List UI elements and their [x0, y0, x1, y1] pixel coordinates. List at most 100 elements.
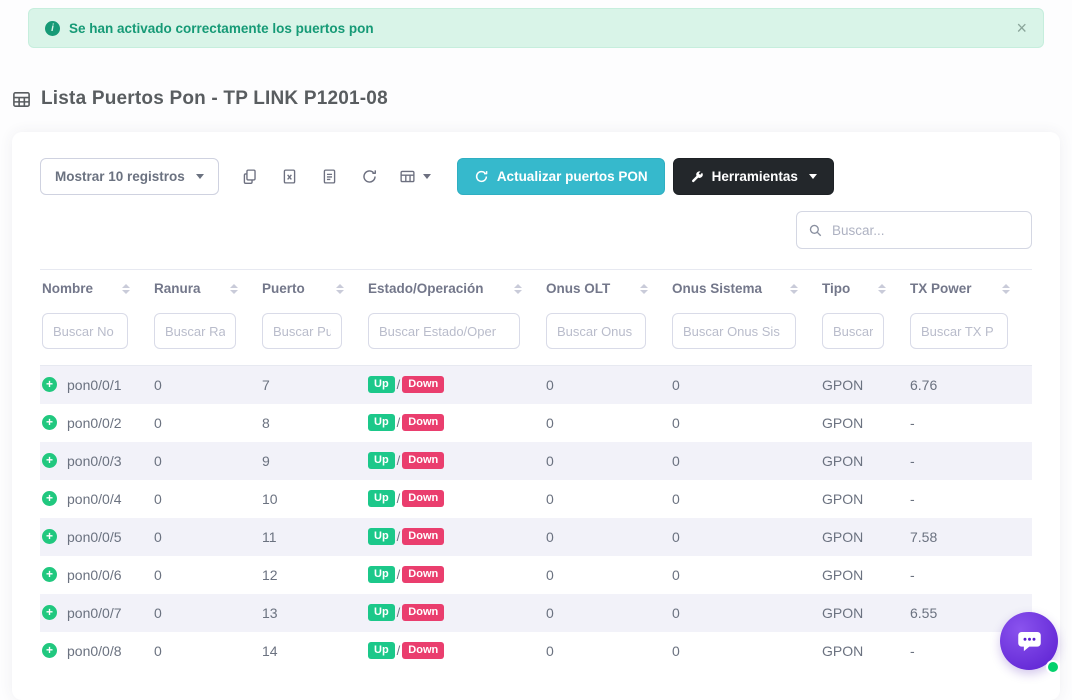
- table-header-row: Nombre Ranura Puerto Estado/Operación On…: [40, 270, 1032, 308]
- expand-row-icon[interactable]: [42, 491, 57, 506]
- filter-tx-power-input[interactable]: [910, 313, 1008, 349]
- status-up-badge[interactable]: Up: [368, 642, 395, 659]
- cell-tipo: GPON: [820, 366, 908, 404]
- badge-separator: /: [397, 453, 401, 468]
- expand-row-icon[interactable]: [42, 567, 57, 582]
- wrench-icon: [690, 170, 704, 184]
- column-header-puerto[interactable]: Puerto: [260, 270, 366, 308]
- column-header-tx-power[interactable]: TX Power: [908, 270, 1032, 308]
- filter-tipo-input[interactable]: [822, 313, 884, 349]
- success-alert: i Se han activado correctamente los puer…: [28, 8, 1044, 48]
- expand-row-icon[interactable]: [42, 643, 57, 658]
- status-down-badge[interactable]: Down: [402, 376, 444, 393]
- column-filter-row: [40, 307, 1032, 366]
- status-up-badge[interactable]: Up: [368, 566, 395, 583]
- show-records-dropdown[interactable]: Mostrar 10 registros: [40, 158, 219, 195]
- sort-icon[interactable]: [122, 284, 146, 294]
- filter-onus-sistema-input[interactable]: [672, 313, 796, 349]
- expand-row-icon[interactable]: [42, 529, 57, 544]
- status-down-badge[interactable]: Down: [402, 604, 444, 621]
- sort-icon[interactable]: [514, 284, 538, 294]
- page-header: Lista Puertos Pon - TP LINK P1201-08: [12, 88, 1072, 110]
- status-up-badge[interactable]: Up: [368, 376, 395, 393]
- refresh-pon-ports-button[interactable]: Actualizar puertos PON: [457, 158, 665, 195]
- cell-ranura: 0: [152, 442, 260, 480]
- status-up-badge[interactable]: Up: [368, 414, 395, 431]
- cell-tipo: GPON: [820, 556, 908, 594]
- table-row: pon0/0/4 0 10 Up/Down 0 0 GPON -: [40, 480, 1032, 518]
- close-icon[interactable]: ×: [1016, 19, 1027, 37]
- status-down-badge[interactable]: Down: [402, 452, 444, 469]
- column-visibility-icon[interactable]: [393, 160, 437, 194]
- tools-dropdown-button[interactable]: Herramientas: [673, 158, 834, 195]
- chat-online-indicator: [1046, 660, 1060, 674]
- table-row: pon0/0/7 0 13 Up/Down 0 0 GPON 6.55: [40, 594, 1032, 632]
- cell-onus-olt: 0: [544, 556, 670, 594]
- tools-label: Herramientas: [712, 169, 798, 184]
- sort-icon[interactable]: [230, 284, 254, 294]
- info-icon: i: [45, 21, 60, 36]
- refresh-icon[interactable]: [353, 160, 387, 194]
- filter-estado-input[interactable]: [368, 313, 520, 349]
- cell-puerto: 9: [260, 442, 366, 480]
- sort-icon[interactable]: [336, 284, 360, 294]
- cell-tx-power: -: [908, 442, 1032, 480]
- cell-tx-power: 7.58: [908, 518, 1032, 556]
- port-name: pon0/0/5: [67, 529, 122, 545]
- cell-tipo: GPON: [820, 518, 908, 556]
- cell-tx-power: -: [908, 556, 1032, 594]
- expand-row-icon[interactable]: [42, 605, 57, 620]
- sort-icon[interactable]: [1002, 284, 1026, 294]
- sort-icon[interactable]: [790, 284, 814, 294]
- expand-row-icon[interactable]: [42, 453, 57, 468]
- filter-puerto-input[interactable]: [262, 313, 342, 349]
- column-header-estado-operacion[interactable]: Estado/Operación: [366, 270, 544, 308]
- column-header-onus-sistema[interactable]: Onus Sistema: [670, 270, 820, 308]
- port-name: pon0/0/8: [67, 643, 122, 659]
- copy-icon[interactable]: [233, 160, 267, 194]
- search-input[interactable]: [832, 223, 1020, 238]
- search-row: [40, 211, 1032, 249]
- status-down-badge[interactable]: Down: [402, 528, 444, 545]
- status-down-badge[interactable]: Down: [402, 490, 444, 507]
- status-up-badge[interactable]: Up: [368, 490, 395, 507]
- sort-icon[interactable]: [640, 284, 664, 294]
- cell-puerto: 7: [260, 366, 366, 404]
- filter-onus-olt-input[interactable]: [546, 313, 646, 349]
- table-row: pon0/0/5 0 11 Up/Down 0 0 GPON 7.58: [40, 518, 1032, 556]
- status-down-badge[interactable]: Down: [402, 642, 444, 659]
- sort-icon[interactable]: [878, 284, 902, 294]
- column-label: TX Power: [910, 281, 972, 296]
- expand-row-icon[interactable]: [42, 377, 57, 392]
- status-up-badge[interactable]: Up: [368, 528, 395, 545]
- badge-separator: /: [397, 491, 401, 506]
- status-down-badge[interactable]: Down: [402, 566, 444, 583]
- column-label: Ranura: [154, 281, 201, 296]
- excel-icon[interactable]: [273, 160, 307, 194]
- file-text-icon[interactable]: [313, 160, 347, 194]
- column-header-ranura[interactable]: Ranura: [152, 270, 260, 308]
- cell-tx-power: -: [908, 404, 1032, 442]
- export-buttons: [233, 160, 437, 194]
- cell-onus-sistema: 0: [670, 442, 820, 480]
- cell-ranura: 0: [152, 518, 260, 556]
- column-header-onus-olt[interactable]: Onus OLT: [544, 270, 670, 308]
- port-name: pon0/0/4: [67, 491, 122, 507]
- cell-onus-sistema: 0: [670, 480, 820, 518]
- status-down-badge[interactable]: Down: [402, 414, 444, 431]
- chevron-down-icon: [423, 174, 431, 179]
- expand-row-icon[interactable]: [42, 415, 57, 430]
- filter-nombre-input[interactable]: [42, 313, 128, 349]
- column-label: Onus OLT: [546, 281, 610, 296]
- refresh-pon-label: Actualizar puertos PON: [497, 169, 648, 184]
- cell-puerto: 14: [260, 632, 366, 670]
- status-up-badge[interactable]: Up: [368, 452, 395, 469]
- column-header-nombre[interactable]: Nombre: [40, 270, 152, 308]
- chat-bubble-icon: [1016, 628, 1043, 655]
- status-up-badge[interactable]: Up: [368, 604, 395, 621]
- port-name: pon0/0/7: [67, 605, 122, 621]
- column-header-tipo[interactable]: Tipo: [820, 270, 908, 308]
- cell-puerto: 8: [260, 404, 366, 442]
- filter-ranura-input[interactable]: [154, 313, 236, 349]
- table-icon: [12, 90, 31, 109]
